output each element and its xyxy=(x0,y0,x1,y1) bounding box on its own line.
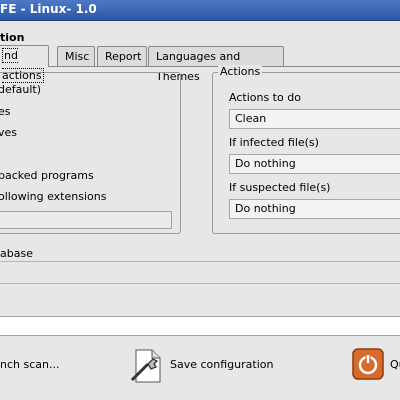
configuration-icon xyxy=(130,349,161,383)
tab-report[interactable]: Report xyxy=(97,46,147,67)
extensions-input[interactable] xyxy=(0,211,172,229)
divider xyxy=(0,261,400,262)
infected-files-label: If infected file(s) xyxy=(229,136,319,149)
actions-to-do-label: Actions to do xyxy=(229,91,301,104)
window-title: FE - Linux- 1.0 xyxy=(0,2,97,16)
launch-scan-button[interactable]: nch scan... xyxy=(0,344,90,384)
tab-misc[interactable]: Misc xyxy=(57,46,95,67)
tab-languages-and-themes[interactable]: Languages and Themes xyxy=(148,46,284,83)
divider xyxy=(0,283,400,284)
save-configuration-label: Save configuration xyxy=(170,358,274,371)
window-titlebar[interactable]: FE - Linux- 1.0 xyxy=(0,0,400,21)
section-title: tion xyxy=(0,31,25,44)
scan-option-archives[interactable]: ves xyxy=(0,126,17,139)
scan-option-extensions[interactable]: ollowing extensions xyxy=(0,190,106,203)
tab-scan-and-actions[interactable]: nd actions xyxy=(0,45,49,83)
actions-to-do-select[interactable]: Clean xyxy=(229,109,400,129)
scan-option-files[interactable]: es xyxy=(0,105,11,118)
tab-label: Report xyxy=(105,50,142,63)
actions-legend: Actions xyxy=(218,65,263,78)
launch-scan-label: nch scan... xyxy=(0,358,60,371)
suspected-files-select[interactable]: Do nothing xyxy=(229,199,400,219)
database-label: abase xyxy=(0,247,33,260)
infected-files-select[interactable]: Do nothing xyxy=(229,154,400,174)
suspected-files-label: If suspected file(s) xyxy=(229,181,331,194)
path-input[interactable] xyxy=(0,316,400,336)
power-icon xyxy=(352,348,384,380)
quit-label: Qu xyxy=(390,358,400,371)
actions-group: Actions Actions to do Clean If infected … xyxy=(212,65,400,234)
tab-label: Misc xyxy=(65,50,90,63)
scan-option-packed-programs[interactable]: packed programs xyxy=(0,169,94,182)
tab-label: nd actions xyxy=(2,48,44,83)
scan-options-group: default) es ves packed programs ollowing… xyxy=(0,72,181,234)
